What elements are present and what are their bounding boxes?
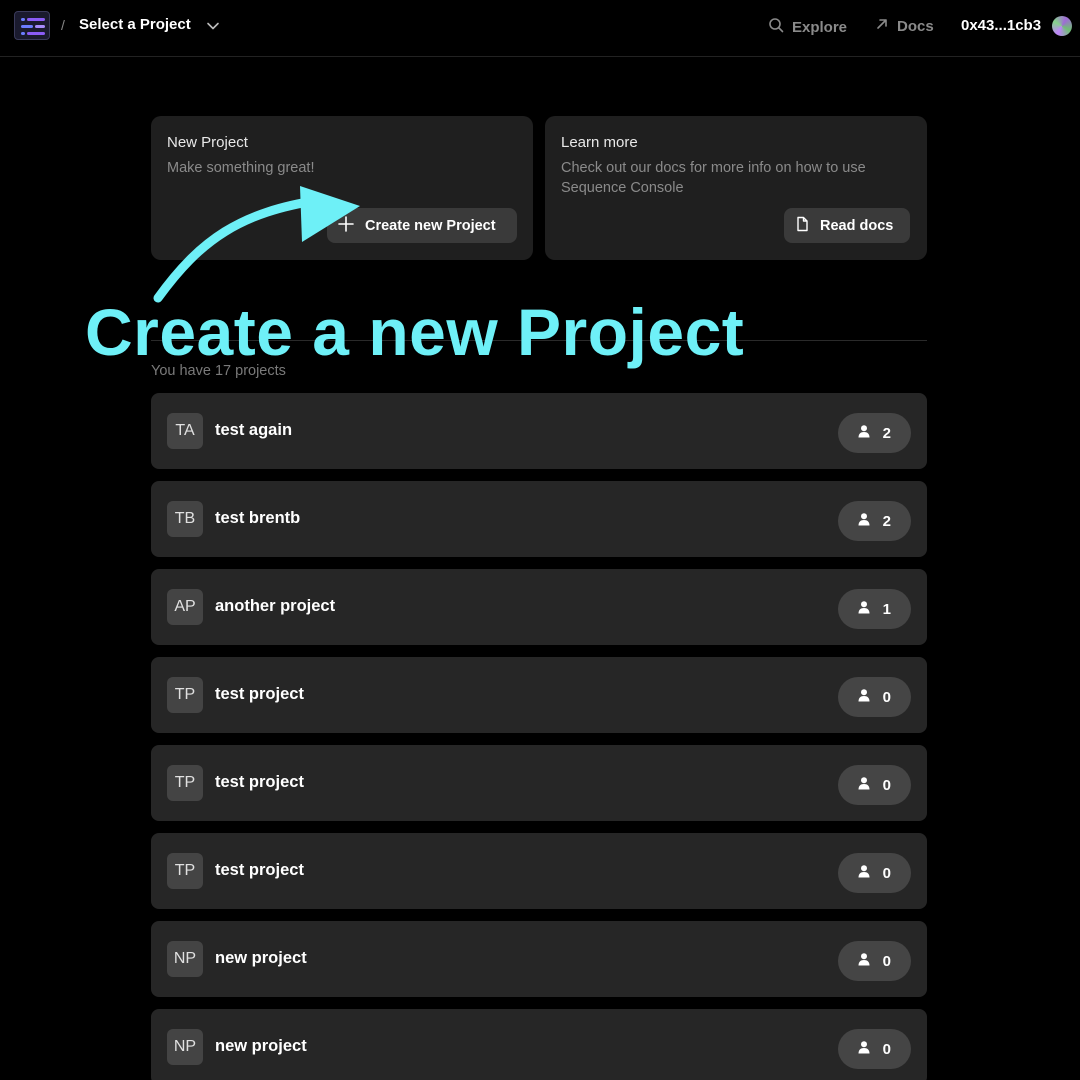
- user-icon: [857, 688, 871, 706]
- members-count: 1: [882, 600, 891, 618]
- wallet-address[interactable]: 0x43...1cb3: [961, 17, 1041, 34]
- new-project-subtitle: Make something great!: [167, 160, 315, 176]
- project-initials: TP: [167, 853, 203, 889]
- learn-more-title: Learn more: [561, 134, 638, 151]
- table-row[interactable]: NP new project 0: [151, 1009, 927, 1080]
- breadcrumb-separator: /: [61, 17, 65, 33]
- table-row[interactable]: TP test project 0: [151, 833, 927, 909]
- project-initials: NP: [167, 1029, 203, 1065]
- project-name: test again: [215, 421, 293, 439]
- read-docs-button[interactable]: Read docs: [784, 208, 910, 243]
- arrow-up-right-icon: [875, 17, 889, 35]
- search-icon: [768, 17, 784, 37]
- members-badge: 0: [837, 677, 911, 717]
- members-badge: 2: [837, 413, 911, 453]
- learn-more-subtitle: Check out our docs for more info on how …: [561, 160, 866, 196]
- user-icon: [857, 424, 871, 442]
- sequence-logo-icon[interactable]: [14, 11, 50, 40]
- project-select[interactable]: Select a Project: [79, 16, 191, 33]
- project-name: new project: [215, 949, 307, 967]
- user-icon: [857, 952, 871, 970]
- project-initials: AP: [167, 589, 203, 625]
- user-icon: [857, 600, 871, 618]
- project-name: test brentb: [215, 509, 301, 527]
- plus-icon: [337, 215, 355, 237]
- project-name: new project: [215, 1037, 307, 1055]
- project-name: another project: [215, 597, 336, 615]
- members-badge: 2: [837, 501, 911, 541]
- table-row[interactable]: TB test brentb 2: [151, 481, 927, 557]
- members-count: 0: [882, 776, 891, 794]
- table-row[interactable]: AP another project 1: [151, 569, 927, 645]
- document-icon: [794, 216, 810, 236]
- members-badge: 0: [837, 765, 911, 805]
- table-row[interactable]: TP test project 0: [151, 657, 927, 733]
- project-name: test project: [215, 685, 304, 703]
- explore-label: Explore: [792, 18, 848, 36]
- learn-more-card: Learn more Check out our docs for more i…: [545, 116, 927, 260]
- project-initials: TP: [167, 677, 203, 713]
- read-docs-label: Read docs: [820, 217, 894, 234]
- table-row[interactable]: NP new project 0: [151, 921, 927, 997]
- members-count: 0: [882, 864, 891, 882]
- user-icon: [857, 776, 871, 794]
- user-icon: [857, 864, 871, 882]
- user-icon: [857, 512, 871, 530]
- members-count: 0: [882, 952, 891, 970]
- user-icon: [857, 1040, 871, 1058]
- docs-label: Docs: [897, 17, 934, 35]
- table-row[interactable]: TA test again 2: [151, 393, 927, 469]
- top-bar: / Select a Project Explore Docs 0x43...1…: [0, 0, 1080, 57]
- members-count: 2: [882, 512, 891, 530]
- create-new-project-label: Create new Project: [365, 217, 496, 234]
- project-name: test project: [215, 773, 304, 791]
- members-count: 0: [882, 1040, 891, 1058]
- project-initials: NP: [167, 941, 203, 977]
- members-badge: 0: [837, 1029, 911, 1069]
- new-project-card: New Project Make something great! Create…: [151, 116, 533, 260]
- docs-link[interactable]: Docs: [875, 17, 934, 35]
- members-badge: 1: [837, 589, 911, 629]
- project-initials: TB: [167, 501, 203, 537]
- new-project-title: New Project: [167, 134, 248, 151]
- annotation-callout: Create a new Project: [85, 295, 745, 369]
- members-badge: 0: [837, 853, 911, 893]
- project-name: test project: [215, 861, 304, 879]
- chevron-down-icon[interactable]: [206, 19, 220, 38]
- create-new-project-button[interactable]: Create new Project: [327, 208, 517, 243]
- project-initials: TA: [167, 413, 203, 449]
- avatar[interactable]: [1052, 16, 1072, 36]
- members-badge: 0: [837, 941, 911, 981]
- members-count: 2: [882, 424, 891, 442]
- table-row[interactable]: TP test project 0: [151, 745, 927, 821]
- project-initials: TP: [167, 765, 203, 801]
- members-count: 0: [882, 688, 891, 706]
- explore-link[interactable]: Explore: [768, 17, 847, 37]
